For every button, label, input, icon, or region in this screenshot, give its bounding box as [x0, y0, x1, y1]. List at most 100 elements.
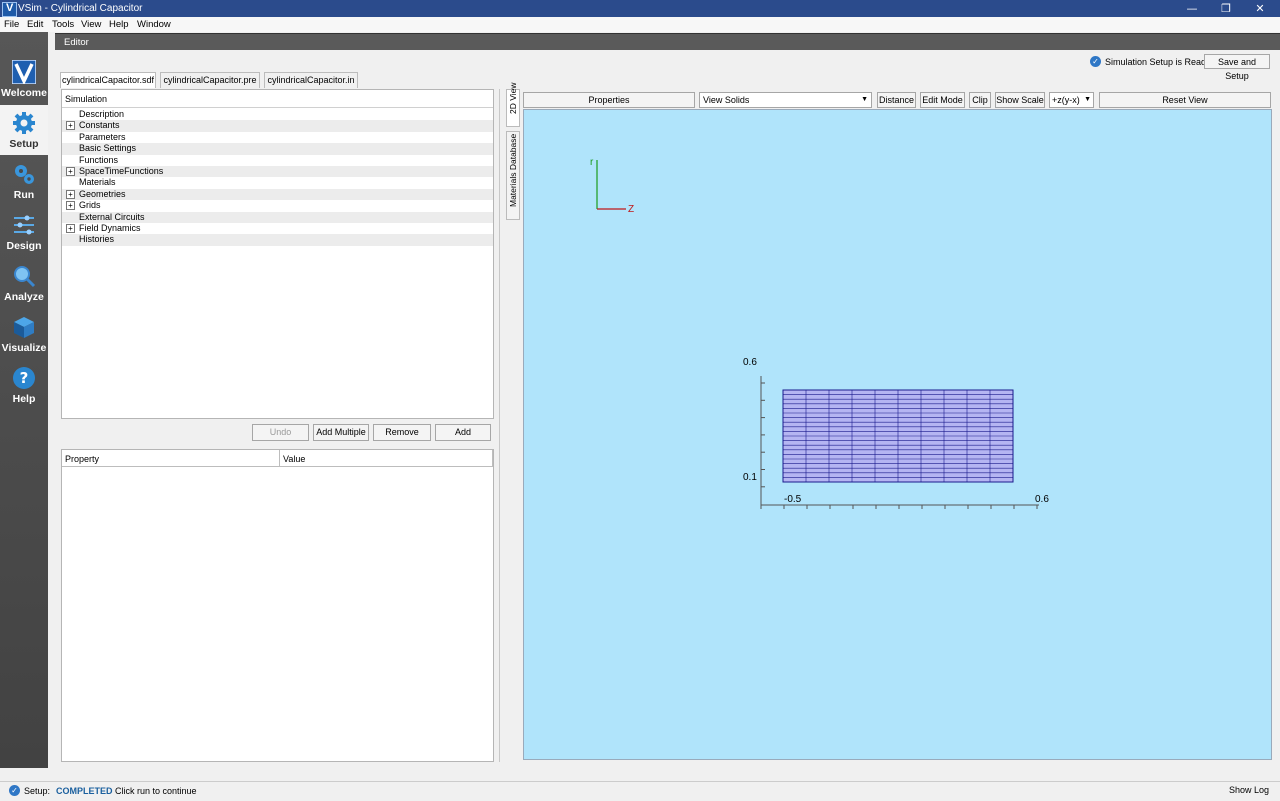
menu-edit[interactable]: Edit: [27, 19, 43, 30]
expand-icon[interactable]: +: [66, 121, 75, 131]
clip-button[interactable]: Clip: [969, 92, 991, 108]
visualization-viewport[interactable]: r Z 0.6 0.1 -0.5 0.6: [523, 109, 1272, 760]
simulation-tree: Simulation Description + Constants Paramete…: [61, 89, 494, 419]
design-icon: [14, 215, 34, 235]
status-message: Click run to continue: [115, 786, 197, 796]
tree-item-label: Grids: [79, 200, 101, 211]
cube-icon: [14, 317, 34, 338]
tree-item[interactable]: Functions: [62, 155, 493, 166]
show-scale-button[interactable]: Show Scale: [995, 92, 1045, 108]
panel-splitter[interactable]: [499, 89, 500, 762]
status-check-icon: ✓: [9, 785, 20, 796]
tree-item-label: External Circuits: [79, 211, 145, 222]
tree-item[interactable]: + SpaceTimeFunctions: [62, 166, 493, 178]
show-log-button[interactable]: Show Log: [1222, 783, 1276, 799]
dock-label: Run: [13, 189, 35, 201]
tab-materials-label: Materials Database: [508, 133, 518, 207]
dock-design[interactable]: Design: [0, 207, 48, 257]
save-and-setup-button[interactable]: Save and Setup: [1204, 54, 1270, 81]
dock-label: Analyze: [4, 291, 44, 303]
vsim-logo-icon: [12, 60, 36, 84]
dock-analyze[interactable]: Analyze: [0, 258, 48, 308]
menu-bar: File Edit Tools View Help Window: [0, 17, 1280, 32]
tree-header: Simulation: [62, 90, 493, 108]
tab-2d-view-label: 2D View: [508, 82, 518, 115]
tree-item-label: Field Dynamics: [79, 223, 141, 233]
tree-item-label: Basic Settings: [79, 143, 137, 154]
reset-view-button[interactable]: Reset View: [1099, 92, 1271, 108]
app-logo-icon: V: [2, 2, 17, 17]
tab-in[interactable]: cylindricalCapacitor.in: [264, 72, 358, 88]
dock-label: Setup: [9, 138, 39, 150]
tab-pre[interactable]: cylindricalCapacitor.pre: [160, 72, 260, 88]
tree-item[interactable]: Basic Settings: [62, 143, 493, 155]
check-icon: ✓: [1090, 56, 1101, 67]
tab-2d-view[interactable]: 2D View: [506, 83, 520, 127]
expand-icon[interactable]: +: [66, 189, 75, 199]
tree-item[interactable]: Description: [62, 109, 493, 120]
dock-label: Visualize: [1, 342, 47, 354]
value-column-header[interactable]: Value: [280, 450, 493, 467]
dock-setup[interactable]: Setup: [0, 105, 48, 155]
menu-file[interactable]: File: [4, 19, 19, 30]
editor-title: Editor: [64, 37, 89, 48]
tree-item[interactable]: Parameters: [62, 132, 493, 143]
tree-item-label: Parameters: [79, 131, 126, 142]
z-axis-label: Z: [628, 204, 634, 215]
tree-item[interactable]: + Geometries: [62, 188, 493, 201]
grid-mesh: [782, 389, 1014, 483]
expand-icon[interactable]: +: [66, 167, 75, 176]
properties-button[interactable]: Properties: [523, 92, 695, 108]
tab-materials-database[interactable]: Materials Database: [506, 131, 520, 220]
menu-tools[interactable]: Tools: [52, 19, 74, 30]
dock-visualize[interactable]: Visualize: [0, 309, 48, 359]
tree-item[interactable]: + Field Dynamics: [62, 223, 493, 234]
expand-icon[interactable]: +: [66, 201, 75, 211]
editor-header: Editor: [55, 33, 1280, 50]
tree-item-label: Description: [79, 109, 125, 119]
minimize-button[interactable]: —: [1184, 2, 1200, 15]
gears-run-icon: [15, 165, 34, 184]
tree-item[interactable]: Histories: [62, 234, 493, 246]
dock-label: Design: [6, 240, 42, 252]
view-mode-value: View Solids: [703, 95, 750, 105]
dock-welcome[interactable]: Welcome: [0, 54, 48, 104]
tree-item-label: Materials: [79, 177, 116, 188]
menu-window[interactable]: Window: [137, 19, 171, 30]
edit-mode-button[interactable]: Edit Mode: [920, 92, 965, 108]
dock-help[interactable]: ? Help: [0, 360, 48, 410]
question-icon: ?: [13, 367, 35, 389]
distance-button[interactable]: Distance: [877, 92, 916, 108]
tab-sdf[interactable]: cylindricalCapacitor.sdf: [60, 72, 156, 88]
setup-status-text: Simulation Setup is Ready: [1105, 57, 1211, 67]
side-tabs: 2D View Materials Database: [503, 83, 521, 762]
tree-item[interactable]: + Constants: [62, 120, 493, 132]
view-mode-select[interactable]: View Solids ▼: [699, 92, 872, 108]
remove-button[interactable]: Remove: [373, 424, 431, 441]
property-column-header[interactable]: Property: [62, 450, 280, 467]
viewport-canvas: r Z 0.6 0.1 -0.5 0.6: [590, 157, 1049, 509]
menu-view[interactable]: View: [81, 19, 101, 30]
restore-button[interactable]: ❐: [1218, 2, 1234, 15]
dock-label: Help: [12, 393, 36, 405]
tree-item-label: SpaceTimeFunctions: [79, 166, 164, 176]
tree-item[interactable]: + Grids: [62, 200, 493, 211]
dock-run[interactable]: Run: [0, 156, 48, 206]
r-axis-label: r: [590, 157, 594, 168]
title-bar: V VSim - Cylindrical Capacitor — ❐ ✕: [0, 0, 1280, 17]
orientation-select[interactable]: +z(y-x) ▼: [1049, 92, 1094, 108]
tree-item-label: Functions: [79, 154, 119, 165]
tree-item[interactable]: Materials: [62, 177, 493, 188]
status-prefix: Setup:: [24, 786, 51, 796]
tree-item[interactable]: External Circuits: [62, 211, 493, 223]
add-button[interactable]: Add: [435, 424, 491, 441]
tree-header-label: Simulation: [65, 94, 108, 104]
tree-item-label: Histories: [79, 234, 115, 245]
add-multiple-button[interactable]: Add Multiple: [313, 424, 369, 441]
magnifier-icon: [14, 266, 36, 288]
x-tick-right-label: 0.6: [1035, 494, 1049, 505]
expand-icon[interactable]: +: [66, 224, 75, 233]
menu-help[interactable]: Help: [109, 19, 129, 30]
undo-button[interactable]: Undo: [252, 424, 309, 441]
close-button[interactable]: ✕: [1252, 2, 1268, 15]
